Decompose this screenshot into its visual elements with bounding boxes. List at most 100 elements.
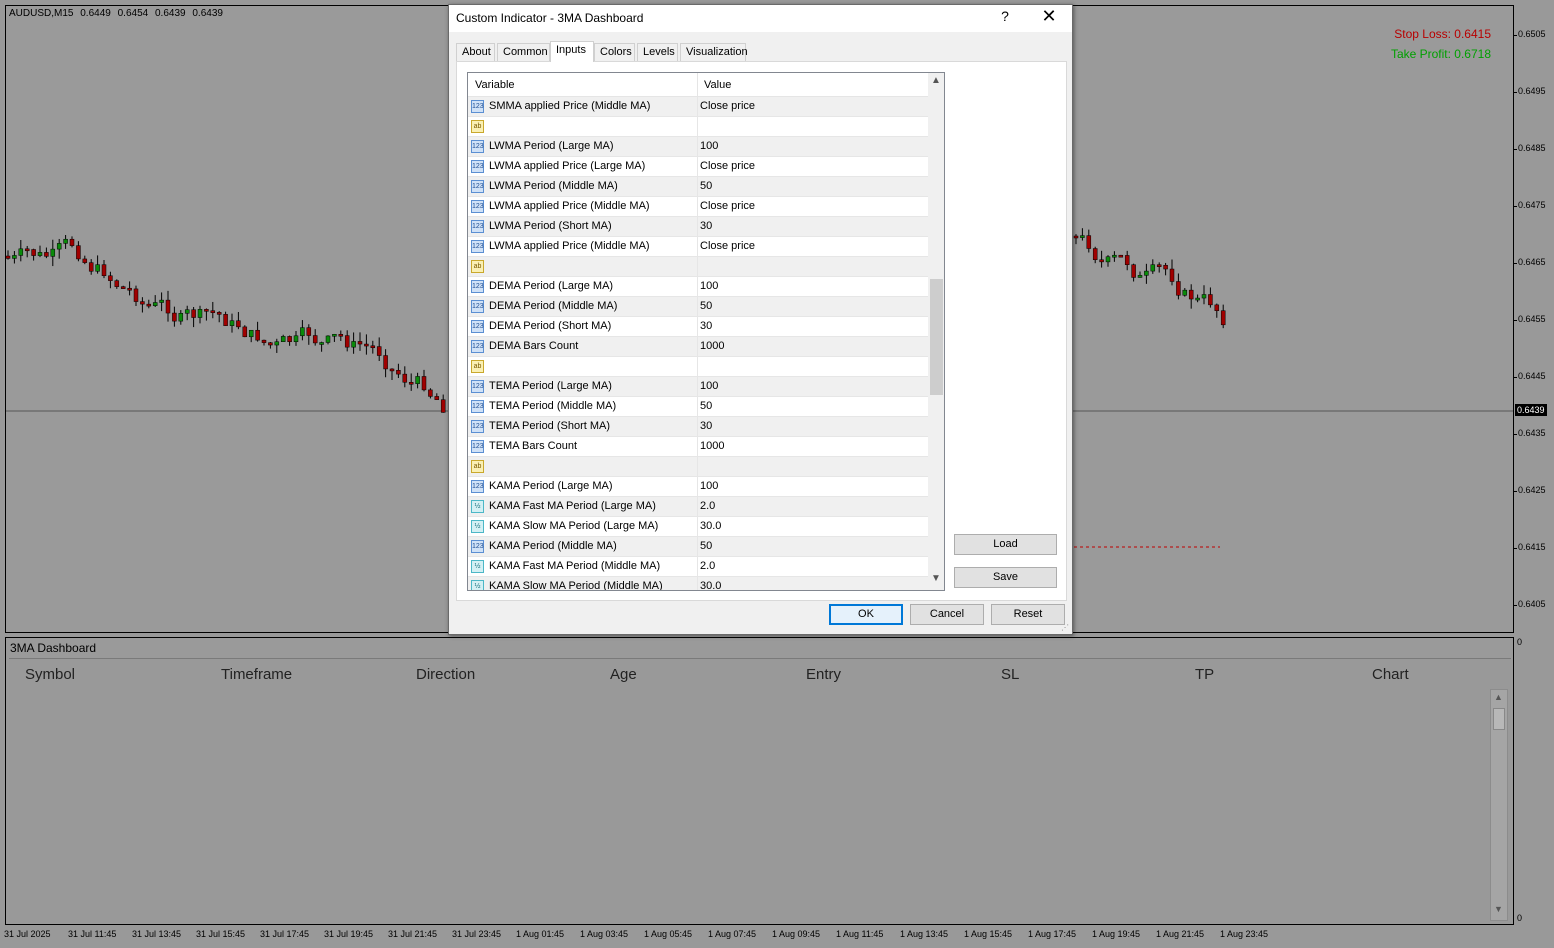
input-row[interactable]: ab (468, 457, 928, 477)
column-divider (697, 517, 698, 537)
input-value[interactable]: 2.0 (700, 560, 715, 572)
input-value[interactable]: Close price (700, 160, 755, 172)
input-value[interactable]: 50 (700, 540, 712, 552)
tab-colors[interactable]: Colors (594, 43, 635, 61)
inputs-scrollbar[interactable]: ▲ ▼ (928, 73, 944, 590)
input-value[interactable]: 30 (700, 320, 712, 332)
integer-type-icon: 123 (471, 400, 484, 413)
save-button[interactable]: Save (954, 567, 1057, 588)
input-row[interactable]: 123 LWMA applied Price (Large MA) Close pr… (468, 157, 928, 177)
scroll-up-icon[interactable]: ▲ (931, 75, 941, 86)
dashboard-scrollbar[interactable]: ▲ ▼ (1490, 689, 1508, 921)
tab-levels[interactable]: Levels (637, 43, 678, 61)
tab-common[interactable]: Common (497, 43, 550, 61)
input-row[interactable]: 123 DEMA Bars Count 1000 (468, 337, 928, 357)
input-row[interactable]: 123 LWMA Period (Middle MA) 50 (468, 177, 928, 197)
header-variable[interactable]: Variable (475, 79, 515, 91)
input-row[interactable]: 123 DEMA Period (Short MA) 30 (468, 317, 928, 337)
input-value[interactable]: 30.0 (700, 580, 721, 590)
scroll-down-icon[interactable]: ▼ (931, 573, 941, 584)
chart-low: 0.6439 (155, 8, 186, 19)
input-row[interactable]: 123 LWMA applied Price (Middle MA) Close p… (468, 237, 928, 257)
input-row[interactable]: ½ KAMA Fast MA Period (Large MA) 2.0 (468, 497, 928, 517)
input-value[interactable]: 50 (700, 180, 712, 192)
candle-body (95, 264, 100, 272)
tab-inputs[interactable]: Inputs (550, 41, 594, 62)
close-icon[interactable]: ✕ (1041, 6, 1057, 27)
candle-body (280, 336, 286, 342)
candle-body (127, 287, 132, 291)
candle-body (1220, 310, 1226, 326)
input-row[interactable]: ab (468, 257, 928, 277)
ok-button[interactable]: OK (829, 604, 903, 625)
input-row[interactable]: 123 KAMA Period (Large MA) 100 (468, 477, 928, 497)
column-divider (697, 137, 698, 157)
input-row[interactable]: 123 DEMA Period (Large MA) 100 (468, 277, 928, 297)
input-row[interactable]: 123 TEMA Period (Short MA) 30 (468, 417, 928, 437)
help-icon[interactable]: ? (997, 8, 1013, 24)
integer-type-icon: 123 (471, 300, 484, 313)
string-type-icon: ab (471, 120, 484, 133)
time-tick-label: 1 Aug 05:45 (644, 929, 693, 939)
input-value[interactable]: 50 (700, 400, 712, 412)
input-value[interactable]: 30 (700, 420, 712, 432)
input-row[interactable]: 123 LWMA Period (Short MA) 30 (468, 217, 928, 237)
input-row[interactable]: ab (468, 117, 928, 137)
input-variable: KAMA Fast MA Period (Middle MA) (489, 560, 661, 572)
candle-body (63, 238, 68, 244)
input-value[interactable]: 50 (700, 300, 712, 312)
input-value[interactable]: 30.0 (700, 520, 721, 532)
candle-body (1144, 270, 1149, 276)
inputs-table[interactable]: Variable Value 123 SMMA applied Price (Mi… (467, 72, 945, 591)
tab-visualization[interactable]: Visualization (680, 43, 748, 61)
input-value[interactable]: Close price (700, 240, 755, 252)
load-button[interactable]: Load (954, 534, 1057, 555)
input-value[interactable]: 1000 (700, 440, 724, 452)
input-value[interactable]: 100 (700, 140, 718, 152)
input-value[interactable]: 100 (700, 480, 718, 492)
reset-button[interactable]: Reset (991, 604, 1065, 625)
time-tick-label: 1 Aug 07:45 (708, 929, 757, 939)
input-row[interactable]: ½ KAMA Slow MA Period (Middle MA) 30.0 (468, 577, 928, 590)
input-row[interactable]: ab (468, 357, 928, 377)
input-row[interactable]: 123 TEMA Bars Count 1000 (468, 437, 928, 457)
input-row[interactable]: ½ KAMA Fast MA Period (Middle MA) 2.0 (468, 557, 928, 577)
input-value[interactable]: Close price (700, 100, 755, 112)
candle-body (415, 376, 420, 384)
column-divider (697, 337, 698, 357)
input-row[interactable]: 123 LWMA Period (Large MA) 100 (468, 137, 928, 157)
candle-body (357, 341, 363, 345)
input-variable: DEMA Bars Count (489, 340, 579, 352)
scroll-up-icon[interactable]: ▲ (1494, 692, 1503, 702)
candle-body (434, 396, 440, 400)
input-value[interactable]: 2.0 (700, 500, 715, 512)
input-row[interactable]: ½ KAMA Slow MA Period (Large MA) 30.0 (468, 517, 928, 537)
input-row[interactable]: 123 TEMA Period (Large MA) 100 (468, 377, 928, 397)
input-value[interactable]: 30 (700, 220, 712, 232)
input-row[interactable]: 123 TEMA Period (Middle MA) 50 (468, 397, 928, 417)
cancel-button[interactable]: Cancel (910, 604, 984, 625)
scroll-down-icon[interactable]: ▼ (1494, 904, 1503, 914)
input-value[interactable]: 100 (700, 380, 718, 392)
input-value[interactable]: 1000 (700, 340, 724, 352)
input-row[interactable]: 123 SMMA applied Price (Middle MA) Close p… (468, 97, 928, 117)
candle-body (1176, 281, 1181, 296)
header-value[interactable]: Value (704, 79, 731, 91)
scroll-thumb[interactable] (1493, 708, 1505, 730)
input-value[interactable]: 100 (700, 280, 718, 292)
candle-body (364, 343, 369, 347)
input-row[interactable]: 123 LWMA applied Price (Middle MA) Close p… (468, 197, 928, 217)
tab-about[interactable]: About (456, 43, 495, 61)
col-chart: Chart (1372, 666, 1409, 683)
resize-grip-icon[interactable]: ⋰ (1061, 623, 1071, 633)
candle-body (1092, 248, 1098, 261)
header-divider[interactable] (697, 73, 698, 97)
input-value[interactable]: Close price (700, 200, 755, 212)
input-row[interactable]: 123 KAMA Period (Middle MA) 50 (468, 537, 928, 557)
input-variable: TEMA Bars Count (489, 440, 578, 452)
scroll-thumb[interactable] (930, 279, 943, 395)
dialog-titlebar[interactable]: Custom Indicator - 3MA Dashboard ? ✕ (449, 5, 1072, 32)
integer-type-icon: 123 (471, 100, 484, 113)
input-row[interactable]: 123 DEMA Period (Middle MA) 50 (468, 297, 928, 317)
input-variable: DEMA Period (Large MA) (489, 280, 614, 292)
